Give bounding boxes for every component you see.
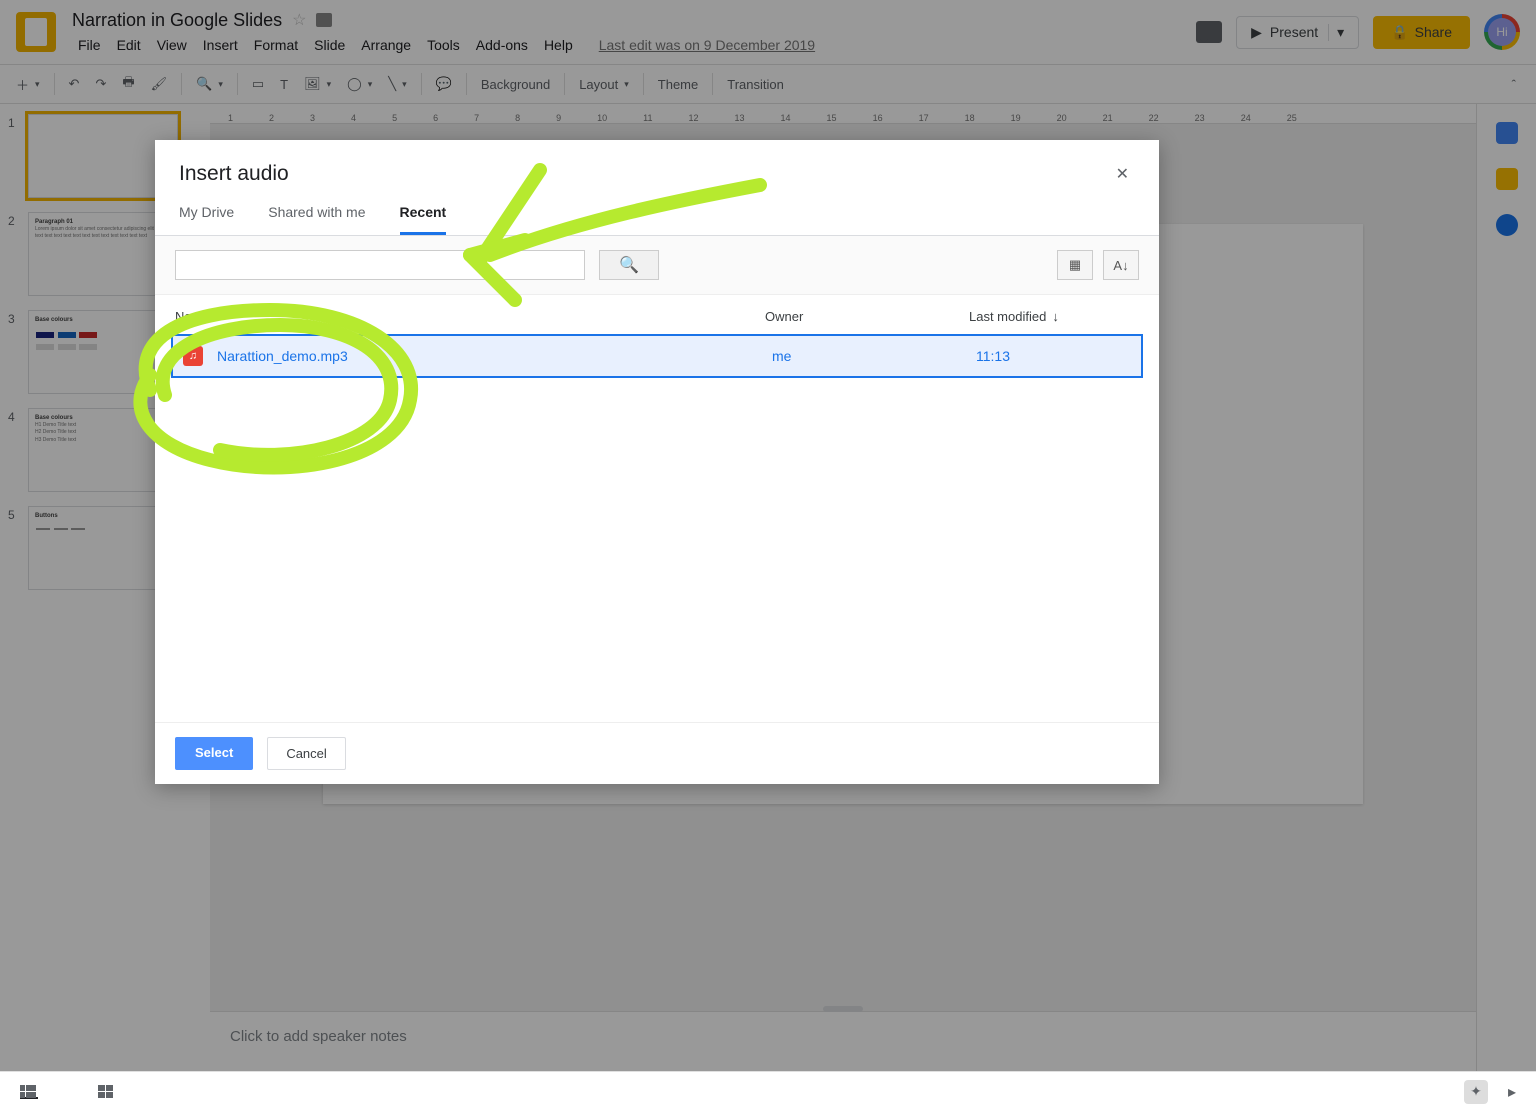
- file-name: Narattion_demo.mp3: [217, 348, 772, 364]
- tab-shared-with-me[interactable]: Shared with me: [268, 204, 365, 235]
- cancel-button[interactable]: Cancel: [267, 737, 345, 770]
- sort-arrow-icon: ↓: [1052, 309, 1059, 324]
- close-icon[interactable]: ✕: [1110, 162, 1135, 186]
- dialog-tabs: My Drive Shared with me Recent: [155, 186, 1159, 236]
- grid-view-icon[interactable]: [98, 1085, 116, 1099]
- search-button[interactable]: 🔍: [599, 250, 659, 280]
- explore-button[interactable]: ✦: [1464, 1080, 1488, 1104]
- col-modified[interactable]: Last modified ↓: [969, 309, 1139, 324]
- table-header: Name Owner Last modified ↓: [155, 295, 1159, 334]
- sort-button[interactable]: A↓: [1103, 250, 1139, 280]
- filmstrip-view-icon[interactable]: [20, 1085, 38, 1099]
- sidepanel-toggle-icon[interactable]: ▸: [1508, 1082, 1516, 1102]
- file-modified: 11:13: [976, 348, 1135, 364]
- tab-my-drive[interactable]: My Drive: [179, 204, 234, 235]
- search-icon: 🔍: [619, 255, 639, 275]
- file-row[interactable]: ♫ Narattion_demo.mp3 me 11:13: [171, 334, 1143, 378]
- grid-view-button[interactable]: ▦: [1057, 250, 1093, 280]
- insert-audio-dialog: Insert audio ✕ My Drive Shared with me R…: [155, 140, 1159, 784]
- col-owner[interactable]: Owner: [765, 309, 969, 324]
- tab-recent[interactable]: Recent: [400, 204, 447, 235]
- audio-file-icon: ♫: [183, 346, 203, 366]
- dialog-title: Insert audio: [179, 162, 289, 186]
- col-name[interactable]: Name: [175, 309, 765, 324]
- select-button[interactable]: Select: [175, 737, 253, 770]
- bottom-bar: ✦ ▸: [0, 1071, 1536, 1111]
- search-input[interactable]: [175, 250, 585, 280]
- file-owner: me: [772, 348, 976, 364]
